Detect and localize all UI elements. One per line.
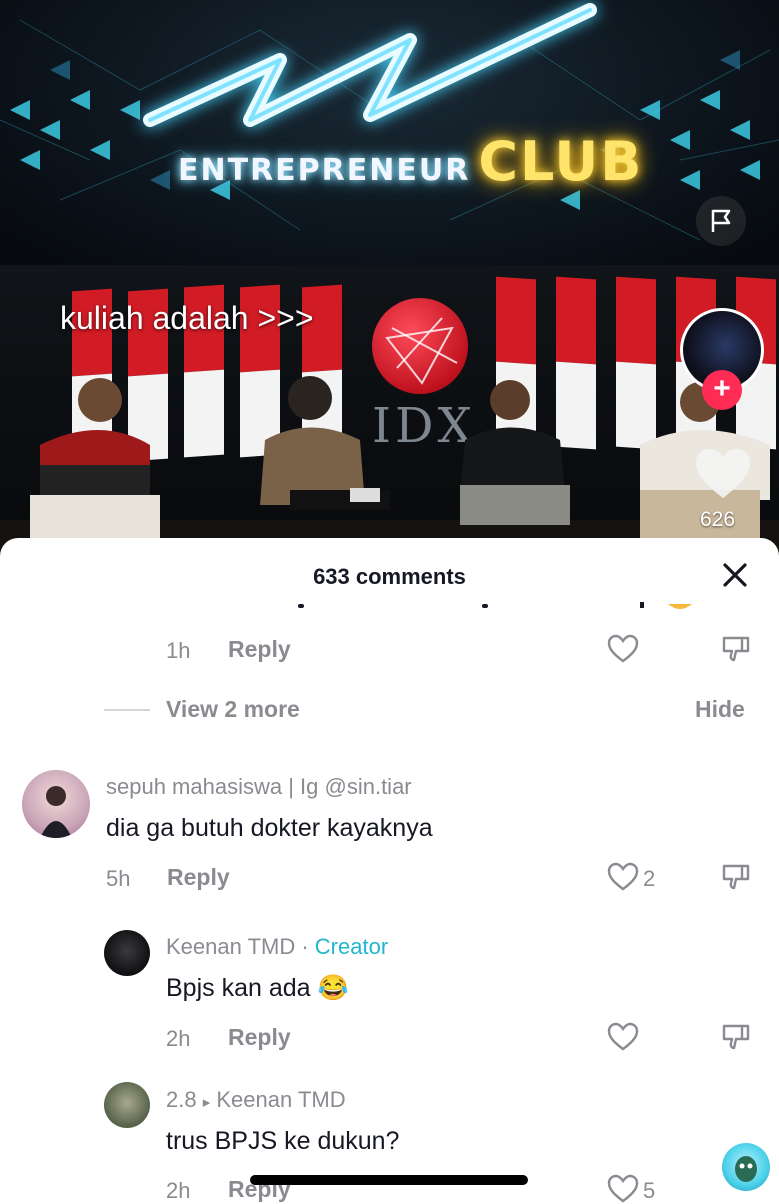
truncated-comment-fragment bbox=[298, 602, 692, 609]
thread-line bbox=[104, 709, 150, 711]
comment-time: 1h bbox=[166, 638, 191, 663]
dislike-icon[interactable] bbox=[721, 1022, 751, 1052]
reply-to-username[interactable]: Keenan TMD bbox=[216, 1087, 345, 1112]
reply-button[interactable]: Reply bbox=[167, 864, 230, 891]
dislike-icon[interactable] bbox=[721, 862, 751, 892]
like-count: 626 bbox=[700, 508, 736, 531]
comment-text: dia ga butuh dokter kayaknya bbox=[106, 814, 433, 842]
comment-time: 2h bbox=[166, 1026, 191, 1051]
dislike-icon[interactable] bbox=[721, 634, 751, 664]
heart-outline-icon[interactable] bbox=[607, 634, 639, 664]
person-left bbox=[30, 378, 160, 545]
person-center-right bbox=[460, 380, 570, 525]
follow-plus-icon[interactable]: + bbox=[702, 370, 742, 410]
comment-time: 2h bbox=[166, 1178, 191, 1203]
video-player[interactable]: ENTREPRENEUR CLUB IDX kuliah adalah >>> … bbox=[0, 0, 779, 560]
flag-icon bbox=[711, 209, 731, 232]
separator-dot: · bbox=[295, 934, 315, 959]
comment-username[interactable]: sepuh mahasiswa | Ig @sin.tiar bbox=[106, 774, 412, 800]
comment-text: trus BPJS ke dukun? bbox=[166, 1127, 400, 1155]
club-banner: ENTREPRENEUR CLUB bbox=[178, 130, 643, 193]
heart-outline-icon[interactable] bbox=[607, 862, 639, 892]
comment-username[interactable]: 2.8 ▸ Keenan TMD bbox=[166, 1087, 346, 1113]
stage-screen: ENTREPRENEUR CLUB bbox=[0, 0, 779, 270]
creator-badge: Creator bbox=[314, 934, 389, 959]
avatar[interactable] bbox=[22, 770, 90, 838]
tmd-logo bbox=[143, 3, 597, 127]
report-flag-button[interactable] bbox=[696, 196, 746, 246]
heart-outline-icon[interactable] bbox=[607, 1022, 639, 1052]
heart-icon[interactable] bbox=[694, 448, 752, 502]
like-count: 2 bbox=[643, 866, 656, 891]
comment-username[interactable]: Keenan TMD · Creator bbox=[166, 934, 388, 960]
comment-text: Bpjs kan ada 😂 bbox=[166, 974, 349, 1002]
avatar[interactable] bbox=[104, 930, 150, 976]
banner-word-club: CLUB bbox=[478, 130, 644, 193]
banner-word-entrepreneur: ENTREPRENEUR bbox=[178, 153, 471, 188]
home-indicator[interactable] bbox=[250, 1175, 528, 1185]
like-count: 5 bbox=[643, 1178, 656, 1203]
username-text[interactable]: Keenan TMD bbox=[166, 934, 295, 959]
comments-sheet: 633 comments 1h Reply View 2 more Hide s… bbox=[0, 538, 779, 1203]
close-icon[interactable] bbox=[718, 558, 752, 592]
reply-button[interactable]: Reply bbox=[228, 636, 291, 663]
username-text[interactable]: 2.8 bbox=[166, 1087, 197, 1112]
reply-to-arrow-icon: ▸ bbox=[202, 1094, 211, 1111]
view-more-replies-button[interactable]: View 2 more bbox=[166, 696, 300, 723]
hide-replies-button[interactable]: Hide bbox=[695, 696, 745, 723]
reply-button[interactable]: Reply bbox=[228, 1024, 291, 1051]
floating-avatar[interactable] bbox=[722, 1143, 770, 1191]
comment-time: 5h bbox=[106, 866, 131, 891]
person-center-left bbox=[260, 376, 390, 510]
comments-count-title: 633 comments bbox=[313, 564, 466, 589]
avatar[interactable] bbox=[104, 1082, 150, 1128]
video-caption-overlay: kuliah adalah >>> bbox=[60, 300, 314, 336]
